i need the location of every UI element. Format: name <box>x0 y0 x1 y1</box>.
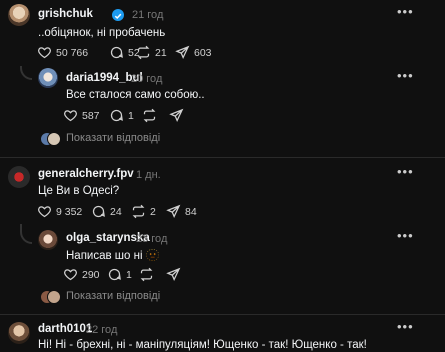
post-text: Це Ви в Одесі? <box>38 185 120 197</box>
post-time: 21 год <box>132 9 164 21</box>
reply-time: 20 год <box>131 73 163 85</box>
username[interactable]: darth0101 <box>38 323 92 335</box>
share-count: 603 <box>194 46 212 59</box>
send-icon <box>166 267 181 282</box>
repost-button[interactable]: 2 <box>131 204 156 219</box>
post-time: 22 год <box>86 324 118 336</box>
send-icon <box>166 204 181 219</box>
comment-count: 1 <box>128 109 134 122</box>
reply-avatar-stack-icon <box>47 290 61 304</box>
like-button[interactable]: 50 766 <box>37 45 88 60</box>
show-replies-label: Показати відповіді <box>66 132 161 144</box>
heart-icon <box>38 206 51 218</box>
divider <box>0 157 445 158</box>
divider <box>0 314 445 315</box>
like-button[interactable]: 290 <box>63 267 100 282</box>
repost-icon <box>132 204 145 219</box>
repost-icon <box>143 108 156 123</box>
avatar[interactable] <box>8 166 30 188</box>
share-button[interactable]: 84 <box>166 204 197 219</box>
reply-text: Все сталося само собою.. <box>66 89 205 101</box>
reply-text: Написав шо ні 🫥 <box>66 250 161 262</box>
send-icon <box>175 45 190 60</box>
send-icon <box>169 108 184 123</box>
heart-icon <box>38 47 51 59</box>
thread-connector <box>20 224 32 244</box>
username[interactable]: grishchuk <box>38 8 93 20</box>
repost-icon <box>140 267 153 282</box>
share-count: 84 <box>185 205 197 218</box>
more-options-icon[interactable]: ••• <box>397 4 414 19</box>
avatar[interactable] <box>38 230 58 250</box>
like-button[interactable]: 587 <box>63 108 100 123</box>
heart-icon <box>64 110 77 122</box>
comment-icon <box>108 268 121 281</box>
like-count: 587 <box>82 109 100 122</box>
comment-icon <box>110 109 123 122</box>
more-options-icon[interactable]: ••• <box>397 228 414 243</box>
post-text: Ні! Ні - брехні, ні - маніпуляціям! Ющен… <box>38 339 367 351</box>
avatar[interactable] <box>38 68 58 88</box>
more-options-icon[interactable]: ••• <box>397 68 414 83</box>
verified-badge-icon <box>112 9 124 21</box>
comment-button[interactable]: 1 <box>107 267 132 282</box>
avatar[interactable] <box>8 322 30 344</box>
avatar[interactable] <box>8 4 30 26</box>
reply-time: 23 год <box>136 233 168 245</box>
comment-count: 24 <box>110 205 122 218</box>
share-button[interactable] <box>166 267 181 282</box>
comment-button[interactable]: 1 <box>109 108 134 123</box>
like-count: 50 766 <box>56 46 89 59</box>
username[interactable]: generalcherry.fpv <box>38 168 134 180</box>
repost-count: 21 <box>155 46 167 59</box>
like-count: 9 352 <box>56 205 83 218</box>
comment-icon <box>110 46 123 59</box>
repost-count: 2 <box>150 205 156 218</box>
share-button[interactable]: 603 <box>175 45 212 60</box>
more-options-icon[interactable]: ••• <box>397 319 414 334</box>
post-text: ..обіцянок, ні пробачень <box>38 27 166 39</box>
post-time: 1 дн. <box>136 169 161 181</box>
like-count: 290 <box>82 268 100 281</box>
repost-button[interactable]: 21 <box>136 45 167 60</box>
repost-button[interactable] <box>139 267 154 282</box>
show-replies-label: Показати відповіді <box>66 290 161 302</box>
repost-icon <box>137 45 150 60</box>
more-options-icon[interactable]: ••• <box>397 164 414 179</box>
repost-button[interactable] <box>142 108 157 123</box>
reply-avatar-stack-icon <box>47 132 61 146</box>
comment-icon <box>92 205 105 218</box>
like-button[interactable]: 9 352 <box>37 204 82 219</box>
comment-count: 1 <box>126 268 132 281</box>
share-button[interactable] <box>169 108 184 123</box>
thread-connector <box>20 66 32 80</box>
show-replies-link[interactable]: Показати відповіді <box>38 289 168 305</box>
show-replies-link[interactable]: Показати відповіді <box>38 131 168 147</box>
heart-icon <box>64 269 77 281</box>
comment-button[interactable]: 24 <box>91 204 122 219</box>
